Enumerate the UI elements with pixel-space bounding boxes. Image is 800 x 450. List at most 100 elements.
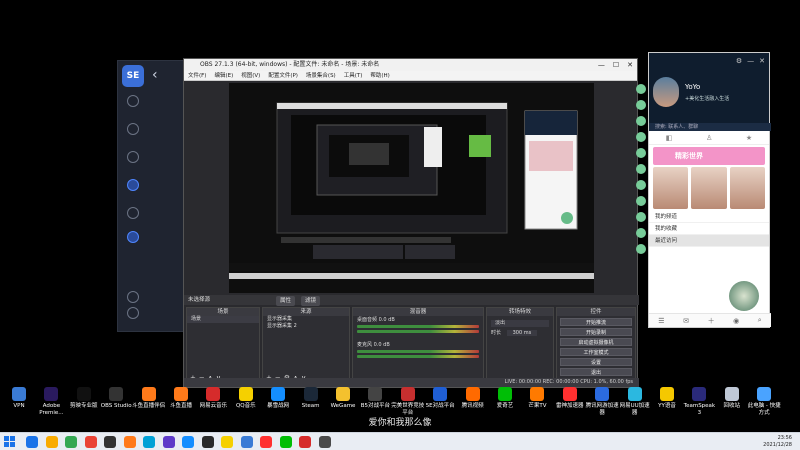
- avatar[interactable]: [636, 196, 646, 206]
- minimize-icon[interactable]: —: [598, 59, 605, 71]
- close-icon[interactable]: ✕: [759, 57, 765, 65]
- start-streaming-button[interactable]: 开始推流: [560, 318, 632, 326]
- studio-mode-button[interactable]: 工作室模式: [560, 348, 632, 356]
- avatar[interactable]: [636, 180, 646, 190]
- volume-slider[interactable]: [357, 355, 479, 358]
- menu-tools[interactable]: 工具(T): [344, 71, 363, 80]
- globe-icon[interactable]: [127, 123, 139, 135]
- maximize-icon[interactable]: ☐: [613, 59, 619, 71]
- avatar[interactable]: [636, 100, 646, 110]
- taskbar-app-icon[interactable]: [299, 436, 311, 448]
- desktop-icon[interactable]: TeamSpeak 3: [682, 385, 716, 417]
- list-item[interactable]: 我的收藏: [649, 223, 769, 235]
- desktop-icon[interactable]: VPN: [2, 385, 36, 410]
- rocket-icon[interactable]: [127, 179, 139, 191]
- scene-item[interactable]: 场景: [187, 316, 259, 323]
- home-icon[interactable]: [127, 95, 139, 107]
- virtual-camera-button[interactable]: 启动虚拟摄像机: [560, 338, 632, 346]
- message-tab-icon[interactable]: ◧: [666, 134, 673, 142]
- crown-icon[interactable]: [127, 151, 139, 163]
- desktop-icon[interactable]: 完美世界竞技平台: [391, 385, 425, 417]
- menu-view[interactable]: 视图(V): [241, 71, 260, 80]
- settings-icon[interactable]: ⚙: [736, 57, 742, 65]
- desktop-icon[interactable]: 网易UU加速器: [618, 385, 652, 417]
- taskbar-app-icon[interactable]: [26, 436, 38, 448]
- taskbar-app-icon[interactable]: [318, 436, 331, 448]
- taskbar-app-icon[interactable]: [182, 436, 194, 448]
- desktop-icon[interactable]: 腾讯网游加速器: [585, 385, 619, 417]
- desktop-icon[interactable]: 斗鱼直播: [164, 385, 198, 410]
- menu-scene-collection[interactable]: 场景集合(S): [306, 71, 336, 80]
- minimize-icon[interactable]: —: [747, 57, 754, 65]
- settings-icon[interactable]: [127, 307, 139, 319]
- wifi-icon[interactable]: [127, 207, 139, 219]
- contacts-tab-icon[interactable]: ♙: [706, 134, 712, 142]
- obs-preview[interactable]: [229, 83, 594, 293]
- search-icon[interactable]: ⌕: [758, 316, 762, 325]
- taskbar-app-icon[interactable]: [279, 436, 292, 448]
- volume-slider[interactable]: [357, 330, 479, 333]
- desktop-icon[interactable]: 芒果TV: [520, 385, 554, 410]
- taskbar-app-icon[interactable]: [260, 436, 272, 448]
- taskbar-app-icon[interactable]: [143, 436, 155, 448]
- avatar[interactable]: [636, 116, 646, 126]
- menu-profile[interactable]: 配置文件(P): [268, 71, 298, 80]
- avatar[interactable]: [636, 212, 646, 222]
- source-item[interactable]: 显示器采集 2: [263, 323, 349, 330]
- menu-icon[interactable]: ☰: [658, 317, 664, 325]
- desktop-icon[interactable]: YY语音: [650, 385, 684, 410]
- message-icon[interactable]: ✉: [683, 317, 689, 325]
- list-item[interactable]: 我的频道: [649, 211, 769, 223]
- transition-select[interactable]: 淡出: [491, 320, 549, 327]
- photo-thumbnail[interactable]: [729, 167, 765, 209]
- taskbar-app-icon[interactable]: [123, 436, 136, 448]
- menu-edit[interactable]: 编辑(E): [214, 71, 233, 80]
- desktop-icon[interactable]: WeGame: [326, 385, 360, 410]
- duration-input[interactable]: 300 ms: [506, 330, 538, 336]
- add-icon[interactable]: ＋: [708, 316, 715, 326]
- filters-button[interactable]: 滤镜: [301, 296, 321, 306]
- desktop-icon[interactable]: Adobe Premie...: [34, 385, 68, 417]
- desktop-icon[interactable]: 剪映专业版: [67, 385, 101, 410]
- taskbar-app-icon[interactable]: [104, 436, 116, 448]
- qq-search-input[interactable]: 搜索: 联系人、群聊: [649, 123, 771, 131]
- qq-banner[interactable]: 精彩世界: [653, 147, 765, 165]
- profile-icon[interactable]: [127, 231, 139, 243]
- avatar[interactable]: [636, 244, 646, 254]
- camera-icon[interactable]: ◉: [733, 317, 739, 325]
- properties-button[interactable]: 属性: [276, 296, 296, 306]
- avatar[interactable]: [636, 132, 646, 142]
- space-tab-icon[interactable]: ★: [746, 134, 752, 142]
- taskbar-app-icon[interactable]: [201, 436, 214, 448]
- exit-button[interactable]: 退出: [560, 368, 632, 376]
- taskbar-app-icon[interactable]: [65, 436, 77, 448]
- desktop-icon[interactable]: Steam: [294, 385, 328, 410]
- list-item[interactable]: 最近访问: [649, 235, 769, 247]
- avatar[interactable]: [636, 228, 646, 238]
- taskbar-app-icon[interactable]: [240, 436, 253, 448]
- avatar[interactable]: [636, 148, 646, 158]
- desktop-icon[interactable]: OBS Studio: [99, 385, 133, 410]
- desktop-icon[interactable]: 爱奇艺: [488, 385, 522, 410]
- desktop-icon[interactable]: 5E对战平台: [423, 385, 457, 410]
- start-recording-button[interactable]: 开始录制: [560, 328, 632, 336]
- settings-button[interactable]: 设置: [560, 358, 632, 366]
- taskbar-app-icon[interactable]: [221, 436, 233, 448]
- taskbar-app-icon[interactable]: [84, 436, 97, 448]
- start-icon[interactable]: [4, 436, 15, 447]
- avatar[interactable]: [636, 164, 646, 174]
- taskbar-clock[interactable]: 23:56 2021/12/28: [763, 435, 792, 449]
- desktop-icon[interactable]: 斗鱼直播伴侣: [132, 385, 166, 410]
- desktop-icon[interactable]: 腾讯视频: [456, 385, 490, 410]
- avatar[interactable]: [636, 84, 646, 94]
- photo-thumbnail[interactable]: [653, 167, 689, 209]
- desktop-icon[interactable]: B5对战平台: [358, 385, 392, 410]
- back-arrow-icon[interactable]: ‹: [152, 67, 158, 83]
- taskbar-app-icon[interactable]: [162, 436, 175, 448]
- close-icon[interactable]: ✕: [627, 59, 633, 71]
- photo-thumbnail[interactable]: [691, 167, 727, 209]
- taskbar-app-icon[interactable]: [45, 436, 58, 448]
- desktop-icon[interactable]: 雷神加速器: [553, 385, 587, 410]
- qq-signature[interactable]: +美化生活融入生活: [685, 95, 729, 102]
- desktop-icon[interactable]: 此电脑 - 快捷方式: [747, 385, 781, 417]
